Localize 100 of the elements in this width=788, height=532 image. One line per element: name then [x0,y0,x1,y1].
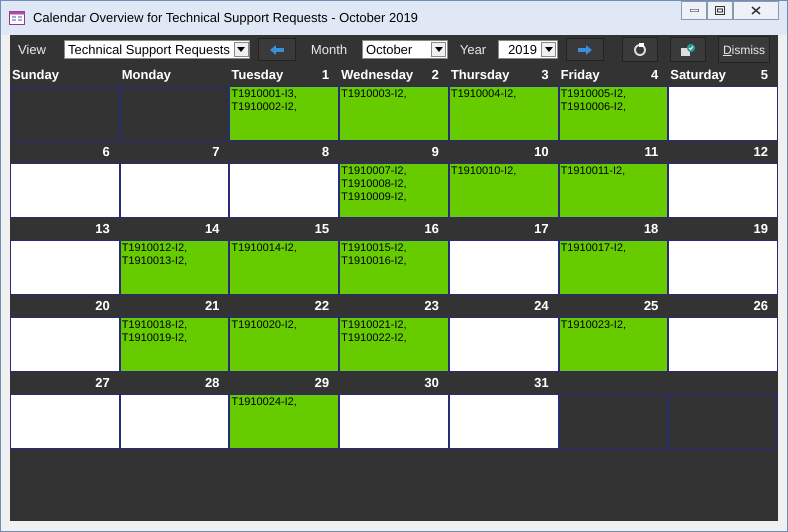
day-number: 15 [314,220,330,238]
day-number: 18 [644,220,660,238]
request-entry[interactable]: T1910006-I2, [560,101,666,114]
day-cell[interactable]: T1910015-I2, T1910016-I2, [339,240,449,295]
day-cell[interactable]: T1910012-I2, T1910013-I2, [120,240,230,295]
month-dropdown[interactable]: October [362,40,448,59]
weekday-label: Saturday [670,66,726,84]
weekday-label: Monday [122,66,171,84]
day-cell[interactable] [448,240,559,295]
confirm-button[interactable] [670,37,706,62]
day-cell[interactable] [668,163,778,218]
day-number: 6 [102,143,111,162]
day-number: 31 [534,374,550,392]
day-cell[interactable]: T1910023-I2, [558,317,668,372]
day-cell[interactable] [120,163,230,218]
day-cell[interactable] [668,240,778,295]
day-number: 7 [212,143,220,162]
day-number: 25 [644,297,660,316]
refresh-icon [633,42,647,56]
weekday-label: Wednesday [341,66,414,84]
request-entry[interactable]: T1910022-I2, [341,332,447,345]
day-cell[interactable]: T1910014-I2, [229,240,340,295]
request-entry[interactable]: T1910015-I2, [341,242,447,255]
restore-button[interactable] [707,1,733,20]
day-number: 10 [534,143,550,162]
day-number: 12 [754,143,769,162]
request-entry[interactable]: T1910009-I2, [341,191,447,204]
form-icon [9,11,25,25]
day-cell[interactable]: T1910005-I2, T1910006-I2, [558,86,668,141]
request-entry[interactable]: T1910008-I2, [341,178,447,191]
day-cell[interactable]: T1910007-I2, T1910008-I2, T1910009-I2, [339,163,449,218]
request-entry[interactable]: T1910003-I2, [341,88,447,101]
left-arrow-icon [269,44,285,56]
day-cell[interactable]: T1910024-I2, [229,394,340,449]
day-cell[interactable]: T1910018-I2, T1910019-I2, [120,317,230,372]
day-number: 29 [314,374,330,392]
caret-icon [237,47,246,52]
close-button[interactable] [733,1,779,20]
day-number: 3 [541,66,550,84]
day-number: 22 [314,297,330,316]
day-cell[interactable] [10,163,120,218]
day-cell[interactable] [120,394,230,449]
request-entry[interactable]: T1910019-I2, [122,332,228,345]
request-entry[interactable]: T1910017-I2, [560,242,666,255]
minimize-button[interactable] [681,1,707,20]
request-entry[interactable]: T1910018-I2, [122,319,228,332]
day-cell[interactable] [668,317,778,372]
request-entry[interactable]: T1910013-I2, [122,255,228,268]
day-number: 23 [424,297,440,316]
request-entry[interactable]: T1910012-I2, [122,242,228,255]
day-number: 20 [95,297,111,316]
caret-icon [544,47,552,52]
next-month-button[interactable] [566,38,604,61]
request-entry[interactable]: T1910011-I2, [560,165,666,178]
day-cell[interactable]: T1910010-I2, [448,163,559,218]
day-cell[interactable]: T1910001-I3, T1910002-I2, [229,86,340,141]
day-cell[interactable] [339,394,449,449]
day-cell[interactable] [10,394,120,449]
view-dropdown[interactable]: Technical Support Requests [64,40,250,59]
day-cell[interactable]: T1910020-I2, [229,317,340,372]
restore-icon [715,6,725,15]
day-cell[interactable]: T1910017-I2, [558,240,668,295]
request-entry[interactable]: T1910014-I2, [231,242,338,255]
year-dropdown[interactable]: 2019 [498,40,558,59]
day-number: 30 [424,374,440,392]
day-number: 21 [204,297,220,316]
day-cell[interactable]: T1910021-I2, T1910022-I2, [339,317,449,372]
day-cell[interactable] [10,240,120,295]
day-cell[interactable] [448,317,559,372]
previous-month-button[interactable] [258,38,296,61]
weekday-label: Friday [560,66,600,84]
request-entry[interactable]: T1910024-I2, [231,396,338,409]
close-icon [751,6,761,15]
request-entry[interactable]: T1910020-I2, [231,319,338,332]
dismiss-button[interactable]: Dismiss [718,36,770,63]
day-number: 28 [204,374,220,392]
right-arrow-icon [577,44,593,56]
request-entry[interactable]: T1910021-I2, [341,319,447,332]
year-label: Year [458,40,488,59]
day-number: 19 [754,220,769,238]
request-entry[interactable]: T1910023-I2, [560,319,666,332]
day-number: 2 [432,66,440,84]
day-cell[interactable] [229,163,340,218]
day-cell[interactable]: T1910003-I2, [339,86,449,141]
request-entry[interactable]: T1910010-I2, [450,165,557,178]
request-entry[interactable]: T1910004-I2, [450,88,557,101]
request-entry[interactable]: T1910007-I2, [341,165,447,178]
day-cell[interactable] [668,86,778,141]
request-entry[interactable]: T1910001-I3, [231,88,338,101]
day-cell[interactable]: T1910011-I2, [558,163,668,218]
request-entry[interactable]: T1910005-I2, [560,88,666,101]
day-cell[interactable] [448,394,559,449]
request-entry[interactable]: T1910002-I2, [231,101,338,114]
day-cell[interactable]: T1910004-I2, [448,86,559,141]
day-number: 14 [204,220,220,238]
day-cell[interactable] [10,317,120,372]
weekday-label: Sunday [12,66,59,84]
request-entry[interactable]: T1910016-I2, [341,255,447,268]
check-icon [680,42,696,56]
refresh-button[interactable] [622,37,658,62]
